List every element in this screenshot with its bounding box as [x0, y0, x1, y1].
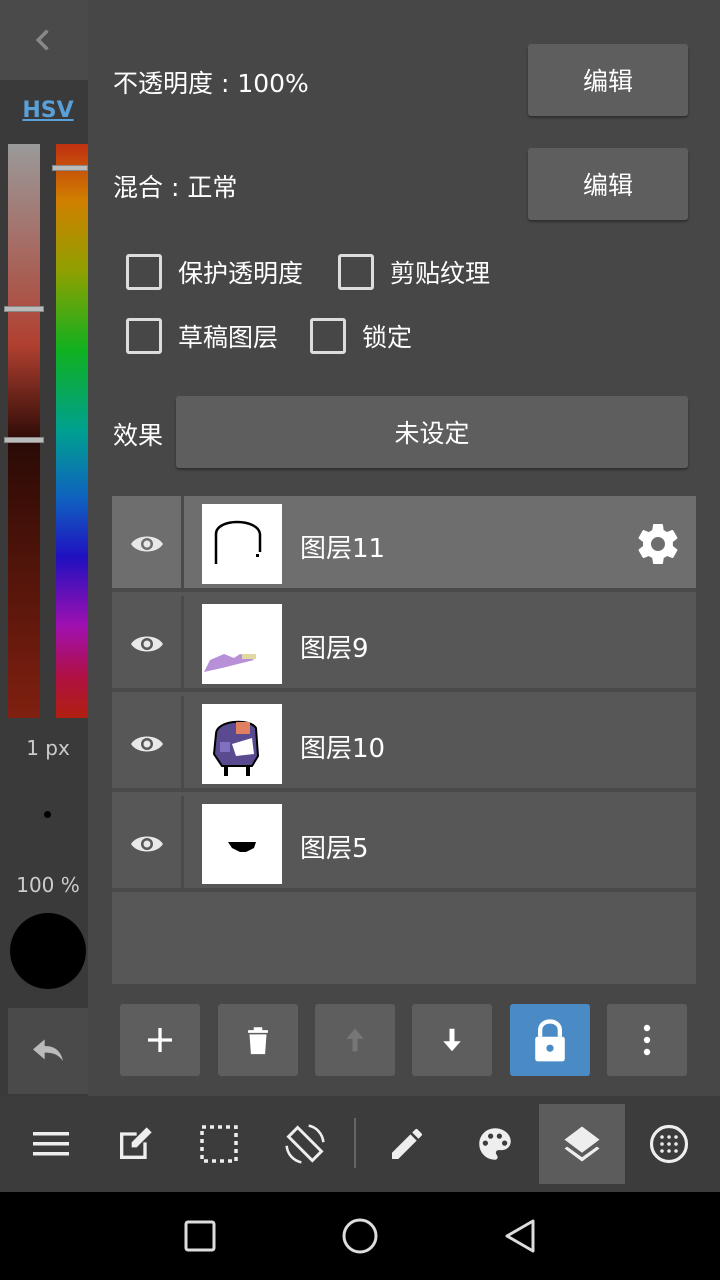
- undo-button[interactable]: [8, 1008, 88, 1094]
- checkbox-label: 剪贴纹理: [390, 259, 491, 288]
- gear-icon: [638, 524, 678, 565]
- eye-icon: [130, 636, 163, 652]
- brush-size-preview: [44, 811, 51, 818]
- system-nav-bar: [0, 1192, 720, 1280]
- blend-label: 混合 : 正常: [113, 173, 238, 202]
- layer-name: 图层9: [300, 634, 369, 664]
- color-strip: HSV 1 px 100 %: [0, 0, 88, 1096]
- pencil-icon: [392, 1128, 423, 1159]
- palette-icon: [479, 1128, 511, 1160]
- back-button[interactable]: [490, 1206, 550, 1266]
- eye-icon: [130, 536, 163, 552]
- brush-size-label[interactable]: 1 px: [0, 736, 96, 760]
- clipping-checkbox[interactable]: 剪贴纹理: [338, 254, 490, 290]
- visibility-toggle[interactable]: [112, 696, 184, 792]
- eye-icon: [130, 836, 163, 852]
- selection-icon: [200, 1125, 238, 1163]
- add-layer-button[interactable]: [120, 1004, 200, 1076]
- home-button[interactable]: [330, 1206, 390, 1266]
- visibility-toggle[interactable]: [112, 496, 184, 592]
- move-layer-up-button[interactable]: [315, 1004, 395, 1076]
- menu-icon: [33, 1132, 69, 1156]
- trash-icon: [248, 1027, 268, 1055]
- layer-name: 图层10: [300, 734, 386, 764]
- bottom-toolbar: [0, 1096, 720, 1192]
- edit-icon: [120, 1127, 152, 1159]
- saturation-slider[interactable]: [8, 144, 40, 718]
- collapse-button[interactable]: [0, 0, 88, 80]
- eye-icon: [130, 736, 163, 752]
- layer-name: 图层5: [300, 834, 369, 864]
- layer-row[interactable]: 图层9: [112, 596, 696, 692]
- layer-row[interactable]: 图层5: [112, 796, 696, 892]
- layer-thumbnail: [202, 604, 282, 684]
- arrow-down-icon: [443, 1028, 461, 1052]
- checkbox-box[interactable]: [126, 318, 162, 354]
- checkbox-box[interactable]: [310, 318, 346, 354]
- layer-thumbnail: [202, 704, 282, 784]
- rotate-screen-button[interactable]: [262, 1104, 348, 1184]
- more-options-button[interactable]: [607, 1004, 687, 1076]
- add-icon: [148, 1028, 172, 1052]
- grid-button[interactable]: [626, 1104, 712, 1184]
- triangle-back-icon: [505, 1219, 535, 1253]
- protect-alpha-checkbox[interactable]: 保护透明度: [126, 254, 303, 290]
- pen-tool-button[interactable]: [364, 1104, 450, 1184]
- grid-icon: [649, 1124, 689, 1164]
- visibility-toggle[interactable]: [112, 796, 184, 892]
- opacity-label: 不透明度 : 100%: [113, 69, 309, 98]
- lock-icon: [535, 1019, 565, 1062]
- hue-handle[interactable]: [52, 165, 88, 171]
- selection-button[interactable]: [176, 1104, 262, 1184]
- layer-name: 图层11: [300, 534, 386, 564]
- current-color-swatch[interactable]: [10, 913, 86, 989]
- arrow-up-icon: [346, 1028, 364, 1052]
- lock-layer-button[interactable]: [510, 1004, 590, 1076]
- blend-edit-button[interactable]: 编辑: [528, 148, 688, 220]
- move-layer-down-button[interactable]: [412, 1004, 492, 1076]
- saturation-handle[interactable]: [4, 306, 44, 312]
- circle-icon: [342, 1218, 378, 1254]
- checkbox-label: 保护透明度: [178, 259, 304, 288]
- opacity-edit-button[interactable]: 编辑: [528, 44, 688, 116]
- more-vertical-icon: [643, 1024, 651, 1056]
- lock-checkbox[interactable]: 锁定: [310, 318, 412, 354]
- hue-slider[interactable]: [56, 144, 88, 718]
- rotate-screen-icon: [285, 1124, 325, 1164]
- layer-row[interactable]: 图层11: [112, 496, 696, 592]
- layer-thumbnail: [202, 504, 282, 584]
- color-palette-button[interactable]: [452, 1104, 538, 1184]
- effect-label: 效果: [113, 421, 164, 450]
- layer-settings-button[interactable]: [634, 520, 682, 568]
- layer-panel: 不透明度 : 100% 编辑 混合 : 正常 编辑 保护透明度 剪贴纹理 草稿图…: [88, 0, 720, 1096]
- checkbox-box[interactable]: [126, 254, 162, 290]
- square-icon: [184, 1220, 216, 1252]
- value-handle[interactable]: [4, 437, 44, 443]
- layer-row[interactable]: 图层10: [112, 696, 696, 792]
- delete-layer-button[interactable]: [218, 1004, 298, 1076]
- checkbox-label: 锁定: [362, 323, 413, 352]
- layer-list: 图层11 图层9 图层10 图层5: [112, 496, 696, 984]
- checkbox-box[interactable]: [338, 254, 374, 290]
- checkbox-label: 草稿图层: [178, 323, 279, 352]
- edit-button[interactable]: [92, 1104, 178, 1184]
- layers-button[interactable]: [539, 1104, 625, 1184]
- effect-button[interactable]: 未设定: [176, 396, 688, 468]
- color-mode-label[interactable]: HSV: [0, 98, 96, 123]
- brush-opacity-label[interactable]: 100 %: [0, 873, 96, 897]
- layers-icon: [564, 1126, 600, 1162]
- toolbar-divider: [354, 1118, 356, 1168]
- visibility-toggle[interactable]: [112, 596, 184, 692]
- menu-button[interactable]: [8, 1104, 94, 1184]
- layer-thumbnail: [202, 804, 282, 884]
- chevron-left-icon: [35, 29, 49, 51]
- draft-layer-checkbox[interactable]: 草稿图层: [126, 318, 278, 354]
- undo-icon: [33, 1039, 63, 1061]
- recents-button[interactable]: [170, 1206, 230, 1266]
